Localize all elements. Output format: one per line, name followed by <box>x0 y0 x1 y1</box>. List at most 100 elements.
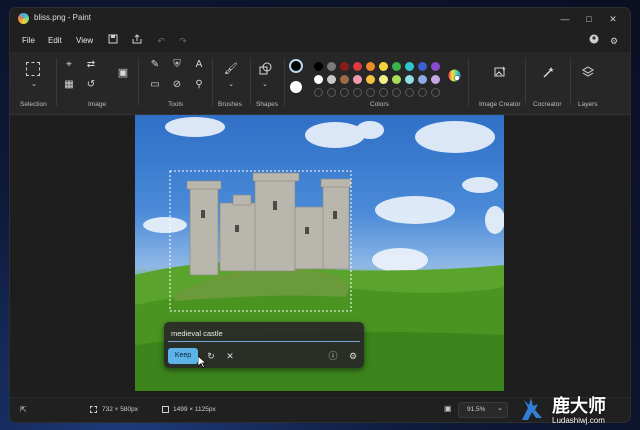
secondary-color-swatch[interactable] <box>290 81 302 93</box>
deer-logo-icon <box>522 398 542 420</box>
settings-gear-icon[interactable]: ⚙ <box>607 34 621 48</box>
image-creator-icon[interactable] <box>493 66 507 80</box>
color-swatch[interactable] <box>366 62 375 71</box>
fill-bucket-icon[interactable]: ⛨ <box>170 58 184 72</box>
account-icon[interactable] <box>587 34 601 48</box>
selection-size-text: 732 × 580px <box>102 406 138 413</box>
color-swatch[interactable] <box>392 75 401 84</box>
color-swatch[interactable] <box>327 62 336 71</box>
feedback-icon[interactable]: ⚙ <box>346 349 360 363</box>
ribbon-separator <box>250 58 251 106</box>
ribbon-separator <box>212 58 213 106</box>
color-swatch[interactable] <box>379 75 388 84</box>
minimize-button[interactable]: — <box>554 11 576 27</box>
save-icon[interactable] <box>106 34 120 48</box>
layers-icon[interactable] <box>581 66 595 80</box>
prompt-input[interactable]: medieval castle <box>168 326 360 342</box>
watermark: 鹿大师 Ludashiwj.com <box>518 392 636 428</box>
color-swatch[interactable] <box>366 75 375 84</box>
color-swatch[interactable] <box>418 75 427 84</box>
select-all-icon[interactable]: ▦ <box>62 78 76 92</box>
brushes-dropdown-chevron-icon[interactable]: ⌄ <box>224 78 238 92</box>
menu-file[interactable]: File <box>22 36 35 45</box>
image-creator-prompt-panel: medieval castle Keep ↻ ✕ ⓘ ⚙ <box>164 322 364 368</box>
primary-color-swatch[interactable] <box>289 59 303 73</box>
menu-view[interactable]: View <box>76 36 93 45</box>
paint-window: bliss.png - Paint — □ ✕ File Edit View ↶… <box>10 8 630 422</box>
title-bar: bliss.png - Paint — □ ✕ <box>10 8 630 30</box>
custom-color-slot[interactable] <box>418 88 427 97</box>
image-size-text: 1499 × 1125px <box>173 406 216 413</box>
text-tool-icon[interactable]: A <box>192 58 206 72</box>
share-icon[interactable] <box>130 34 144 48</box>
magnifier-icon[interactable]: ⚲ <box>192 78 206 92</box>
eraser-icon[interactable]: ▭ <box>148 78 162 92</box>
ribbon-separator <box>570 58 571 106</box>
menu-bar: File Edit View ↶ ↷ ⚙ <box>10 30 630 52</box>
custom-color-slot[interactable] <box>314 88 323 97</box>
close-button[interactable]: ✕ <box>602 11 624 27</box>
color-swatch[interactable] <box>340 75 349 84</box>
color-swatch[interactable] <box>379 62 388 71</box>
watermark-url: Ludashiwj.com <box>552 416 605 425</box>
cocreator-icon[interactable] <box>541 66 555 80</box>
custom-color-slot[interactable] <box>379 88 388 97</box>
shapes-icon[interactable] <box>258 62 272 76</box>
color-swatch[interactable] <box>418 62 427 71</box>
info-icon[interactable]: ⓘ <box>326 349 340 363</box>
ribbon-separator <box>468 58 469 106</box>
discard-close-icon[interactable]: ✕ <box>223 349 237 363</box>
color-swatch[interactable] <box>340 62 349 71</box>
window-title: bliss.png - Paint <box>34 13 91 22</box>
pencil-icon[interactable]: ✎ <box>148 58 162 72</box>
color-swatch[interactable] <box>431 62 440 71</box>
brush-icon[interactable]: 🖌 <box>224 62 238 76</box>
group-label-image: Image <box>88 101 107 108</box>
custom-color-slot[interactable] <box>392 88 401 97</box>
color-swatch[interactable] <box>353 75 362 84</box>
redo-icon[interactable]: ↷ <box>176 34 190 48</box>
group-label-cocreator: Cocreator <box>533 101 562 108</box>
color-swatch[interactable] <box>353 62 362 71</box>
custom-color-slot[interactable] <box>405 88 414 97</box>
undo-icon[interactable]: ↶ <box>154 34 168 48</box>
group-label-shapes: Shapes <box>256 101 279 108</box>
fit-to-window-icon[interactable]: ▣ <box>444 404 452 413</box>
crop-icon[interactable]: ⌖ <box>62 58 76 72</box>
ribbon-separator <box>56 58 57 106</box>
menu-edit[interactable]: Edit <box>48 36 62 45</box>
color-swatch[interactable] <box>405 62 414 71</box>
keep-button[interactable]: Keep <box>168 348 198 364</box>
zoom-level: 91.5% <box>467 406 486 413</box>
group-label-tools: Tools <box>168 101 184 108</box>
zoom-chevron-down-icon: ⌄ <box>497 405 503 412</box>
selection-dropdown-chevron-icon[interactable]: ⌄ <box>27 78 41 92</box>
custom-color-slot[interactable] <box>366 88 375 97</box>
selection-size-icon <box>90 406 97 413</box>
edit-colors-icon[interactable] <box>447 69 461 83</box>
maximize-button[interactable]: □ <box>578 11 600 27</box>
color-swatch[interactable] <box>405 75 414 84</box>
pointer-icon: ⇱ <box>20 405 27 414</box>
rotate-icon[interactable]: ↺ <box>84 78 98 92</box>
custom-color-slot[interactable] <box>340 88 349 97</box>
remove-background-icon[interactable]: ▣ <box>116 66 130 80</box>
shapes-dropdown-chevron-icon[interactable]: ⌄ <box>258 78 272 92</box>
ribbon-separator <box>525 58 526 106</box>
resize-icon[interactable]: ⇄ <box>84 58 98 72</box>
custom-color-slot[interactable] <box>353 88 362 97</box>
color-swatch[interactable] <box>314 75 323 84</box>
color-swatch[interactable] <box>431 75 440 84</box>
zoom-dropdown[interactable]: 91.5% ⌄ <box>458 402 508 418</box>
group-label-colors: Colors <box>370 101 389 108</box>
color-picker-icon[interactable]: ⊘ <box>170 78 184 92</box>
custom-color-slot[interactable] <box>431 88 440 97</box>
custom-color-slot[interactable] <box>327 88 336 97</box>
color-swatch[interactable] <box>392 62 401 71</box>
color-swatch[interactable] <box>314 62 323 71</box>
group-label-selection: Selection <box>20 101 47 108</box>
color-swatch[interactable] <box>327 75 336 84</box>
selection-rectangle-icon[interactable] <box>26 62 40 76</box>
group-label-image-creator: Image Creator <box>479 101 521 108</box>
ribbon-separator <box>284 58 285 106</box>
